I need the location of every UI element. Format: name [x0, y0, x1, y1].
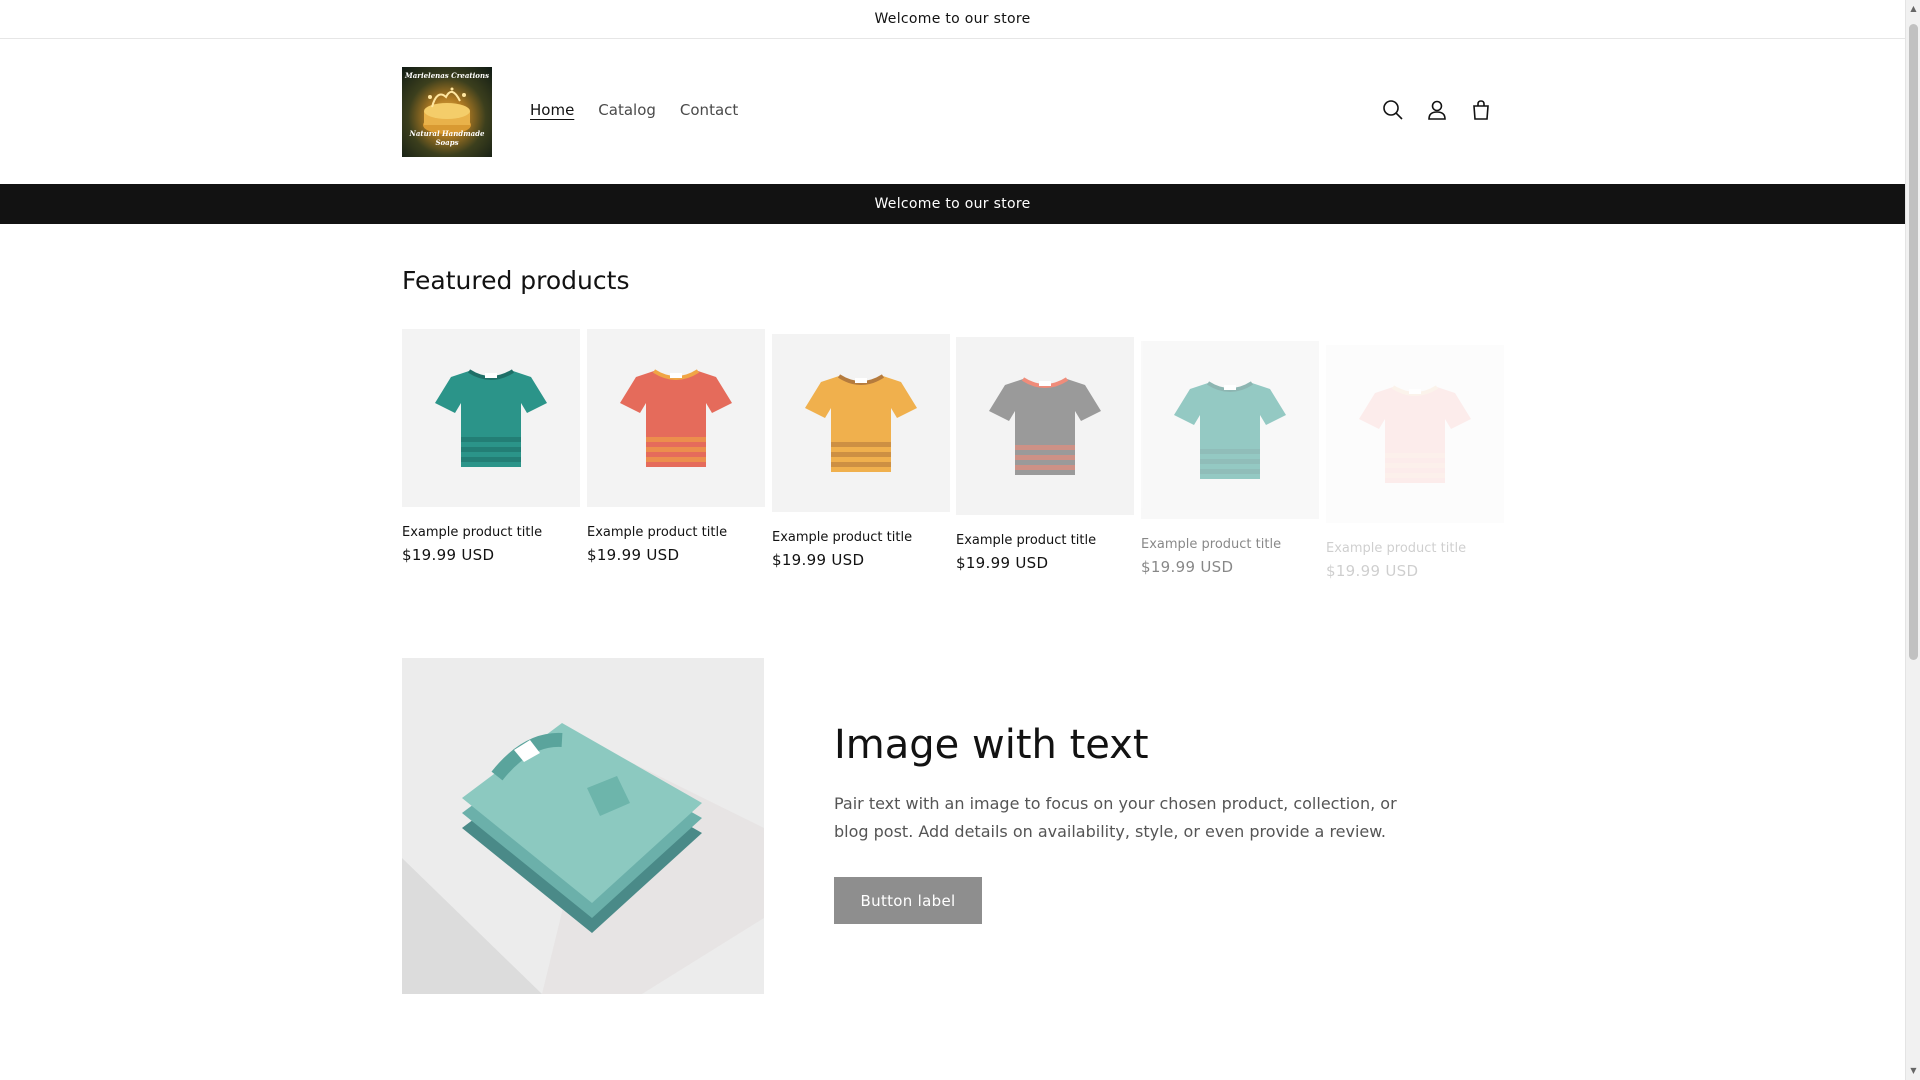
- product-title[interactable]: Example product title: [402, 525, 580, 540]
- product-price: $19.99 USD: [956, 554, 1049, 572]
- tshirt-icon: [805, 374, 917, 472]
- image-with-text-heading: Image with text: [834, 722, 1149, 768]
- announcement-bar-top: Welcome to our store: [0, 0, 1905, 39]
- tshirt-icon: [435, 369, 547, 467]
- product-price: $19.99 USD: [1141, 558, 1234, 576]
- product-title[interactable]: Example product title: [1326, 541, 1504, 556]
- scrollbar-thumb[interactable]: [1909, 24, 1918, 660]
- nav-catalog[interactable]: Catalog: [586, 99, 668, 121]
- product-image[interactable]: [956, 337, 1134, 515]
- product-image[interactable]: [1326, 345, 1504, 523]
- tshirt-icon: [989, 377, 1101, 475]
- product-card[interactable]: Example product title $19.99 USD: [1326, 345, 1504, 580]
- logo-bottom-text: Natural Handmade Soaps: [409, 129, 485, 147]
- featured-products-heading: Featured products: [402, 266, 630, 295]
- scroll-up-arrow-icon[interactable]: ▲: [1909, 4, 1918, 14]
- product-card[interactable]: Example product title $19.99 USD: [1141, 341, 1319, 576]
- store-page: Welcome to our store Marielenas Creation…: [0, 0, 1905, 1080]
- image-with-text-body: Pair text with an image to focus on your…: [834, 794, 1397, 841]
- announcement-bar-dark: Welcome to our store: [0, 184, 1905, 224]
- page-scrollbar[interactable]: ▲ ▼: [1905, 0, 1920, 1080]
- announcement-text: Welcome to our store: [874, 11, 1031, 27]
- site-header: Marielenas Creations Natural Handmade So…: [0, 39, 1905, 184]
- header-icons: [1378, 95, 1496, 125]
- product-card[interactable]: Example product title $19.99 USD: [587, 329, 765, 564]
- image-with-text-button[interactable]: Button label: [834, 877, 982, 924]
- product-image[interactable]: [772, 334, 950, 512]
- product-title[interactable]: Example product title: [587, 525, 765, 540]
- cart-icon[interactable]: [1466, 95, 1496, 125]
- product-title[interactable]: Example product title: [772, 530, 950, 545]
- tshirt-icon: [620, 369, 732, 467]
- product-price: $19.99 USD: [402, 546, 495, 564]
- scroll-down-arrow-icon[interactable]: ▼: [1909, 1066, 1918, 1076]
- folded-shirts-image: [402, 658, 764, 994]
- tshirt-icon: [1174, 381, 1286, 479]
- tshirt-icon: [1359, 385, 1471, 483]
- product-price: $19.99 USD: [587, 546, 680, 564]
- main-nav: Home Catalog Contact: [518, 99, 750, 121]
- announcement-text: Welcome to our store: [874, 196, 1031, 212]
- product-card[interactable]: Example product title $19.99 USD: [402, 329, 580, 564]
- product-image[interactable]: [587, 329, 765, 507]
- product-title[interactable]: Example product title: [956, 533, 1134, 548]
- product-card[interactable]: Example product title $19.99 USD: [772, 334, 950, 569]
- product-price: $19.99 USD: [1326, 562, 1419, 580]
- product-image[interactable]: [402, 329, 580, 507]
- store-logo[interactable]: Marielenas Creations Natural Handmade So…: [402, 67, 492, 157]
- nav-home[interactable]: Home: [518, 99, 586, 121]
- search-icon[interactable]: [1378, 95, 1408, 125]
- product-card[interactable]: Example product title $19.99 USD: [956, 337, 1134, 572]
- product-image[interactable]: [1141, 341, 1319, 519]
- product-price: $19.99 USD: [772, 551, 865, 569]
- account-icon[interactable]: [1422, 95, 1452, 125]
- nav-contact[interactable]: Contact: [668, 99, 750, 121]
- product-title[interactable]: Example product title: [1141, 537, 1319, 552]
